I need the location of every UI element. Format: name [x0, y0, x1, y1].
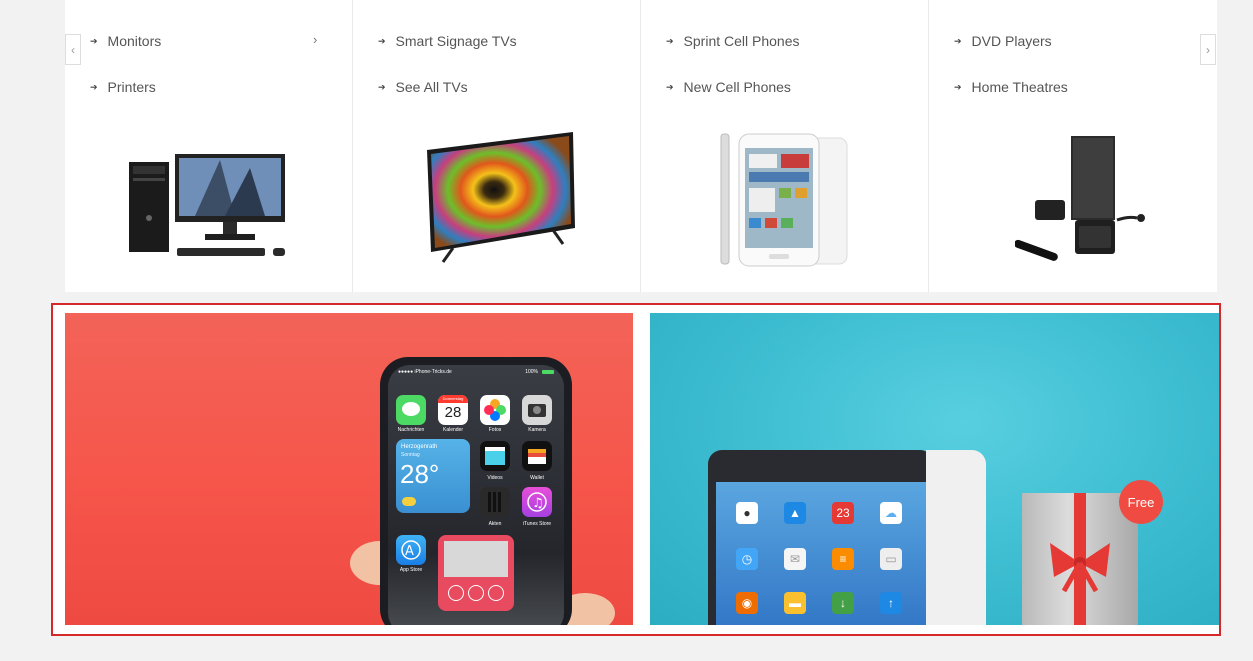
- link-label: DVD Players: [971, 33, 1052, 49]
- iphone-screen: ●●●●● iPhone-Tricks.de 100% Nachrichten …: [388, 365, 564, 625]
- app-label: Videos: [487, 475, 503, 481]
- link-label: See All TVs: [395, 79, 468, 95]
- fast-forward-icon[interactable]: [488, 585, 504, 601]
- home-theatre-speakers-image[interactable]: [1015, 134, 1155, 270]
- link-label: Printers: [107, 79, 156, 95]
- carousel-next-button[interactable]: ›: [1200, 34, 1216, 65]
- camera-app-icon: ●: [736, 502, 758, 524]
- carousel-prev-button[interactable]: ‹: [65, 34, 81, 65]
- messages-icon: [396, 395, 426, 425]
- arrow-bullet-icon: ➔: [666, 81, 674, 92]
- app-label: App Store: [399, 567, 423, 573]
- app-label: Nachrichten: [397, 427, 425, 433]
- mail-app-icon: ✉: [784, 548, 806, 570]
- promo-banner-iphone[interactable]: ●●●●● iPhone-Tricks.de 100% Nachrichten …: [65, 313, 633, 625]
- photos-icon: [480, 395, 510, 425]
- link-see-all-tvs[interactable]: ➔ See All TVs: [378, 79, 468, 95]
- calendar-date: 28: [444, 404, 462, 421]
- link-home-theatres[interactable]: ➔ Home Theatres: [954, 79, 1068, 95]
- app-label: iTunes Store: [522, 521, 552, 527]
- arrow-bullet-icon: ➔: [954, 35, 962, 46]
- clock-app-icon: ◷: [736, 548, 758, 570]
- tablet-back-cover: [926, 450, 986, 625]
- settings-app-icon: ▭: [880, 548, 902, 570]
- link-dvd-players[interactable]: ➔ DVD Players: [954, 33, 1052, 49]
- tablet-calendar-date: 23: [836, 506, 850, 520]
- arrow-bullet-icon: ➔: [666, 35, 674, 46]
- download-app-icon: ↓: [832, 592, 854, 614]
- app-label: Fotos: [488, 427, 502, 433]
- svg-text:♫: ♫: [532, 496, 544, 511]
- desktop-computer-image[interactable]: [125, 148, 295, 266]
- calendar-day: Donnerstag: [438, 395, 468, 403]
- calendar-icon: Donnerstag 28: [438, 395, 468, 425]
- category-panel: ➔Monitors › ➔Smart Signage TVsPrinters ➔…: [65, 0, 1217, 292]
- chevron-right-icon[interactable]: ›: [313, 32, 317, 47]
- app-label: Wallet: [530, 475, 544, 481]
- itunes-store-icon: ♫: [522, 487, 552, 517]
- arrow-bullet-icon: ➔: [90, 81, 98, 92]
- playback-controls: [448, 585, 504, 601]
- flat-screen-tv-image[interactable]: [423, 128, 583, 268]
- chevron-right-icon: ›: [1206, 42, 1210, 57]
- tablet-screen: ● ▲ 23 ☁ ◷ ✉ ≡ ▭ ◉ ▬ ↓ ↑: [716, 482, 926, 625]
- tablet-phone-image[interactable]: [719, 132, 849, 268]
- category-column-tvs: ➔ Smart Signage TVs ➔ See All TVs: [353, 0, 641, 292]
- category-column-home-theatre: ➔ DVD Players ➔ Home Theatres: [929, 0, 1217, 292]
- free-badge: Free: [1119, 480, 1163, 524]
- svg-text:A: A: [405, 544, 414, 559]
- battery-icon: [542, 370, 554, 374]
- category-column-computers: ➔ Monitors › ➔Smart Signage TVsPrinters: [65, 0, 353, 292]
- power-bank-gift: [1022, 493, 1138, 625]
- link-label: New Cell Phones: [683, 79, 791, 95]
- link-label: Sprint Cell Phones: [683, 33, 800, 49]
- status-battery: 100%: [525, 369, 538, 375]
- calendar-app-icon: 23: [832, 502, 854, 524]
- album-art: [444, 541, 508, 577]
- arrow-bullet-icon: ➔: [378, 35, 386, 46]
- arrow-bullet-icon: ➔: [90, 35, 98, 46]
- rewind-icon[interactable]: [448, 585, 464, 601]
- chevron-left-icon: ‹: [71, 42, 75, 57]
- weather-city: Herzogenrath: [401, 444, 438, 450]
- sun-cloud-icon: [402, 497, 416, 506]
- iphone-device: ●●●●● iPhone-Tricks.de 100% Nachrichten …: [380, 357, 572, 625]
- status-carrier: ●●●●● iPhone-Tricks.de: [398, 369, 452, 375]
- promo-banner-tablet[interactable]: ● ▲ 23 ☁ ◷ ✉ ≡ ▭ ◉ ▬ ↓ ↑ Free: [650, 313, 1219, 625]
- category-column-phones: ➔ Sprint Cell Phones ➔ New Cell Phones: [641, 0, 929, 292]
- arrow-bullet-icon: ➔: [378, 81, 386, 92]
- link-printers[interactable]: ➔Smart Signage TVsPrinters: [90, 79, 156, 95]
- camera-icon: [522, 395, 552, 425]
- app-label: Akten: [488, 521, 502, 527]
- weather-day: Sonntag: [401, 452, 420, 458]
- music-widget: [438, 535, 514, 611]
- update-app-icon: ↑: [880, 592, 902, 614]
- gift-bow-icon: [1050, 543, 1110, 593]
- market-app-icon: ◉: [736, 592, 758, 614]
- link-monitors[interactable]: ➔ Monitors: [90, 33, 161, 49]
- arrow-bullet-icon: ➔: [954, 81, 962, 92]
- promo-banners: ●●●●● iPhone-Tricks.de 100% Nachrichten …: [51, 303, 1221, 636]
- weather-temperature: 28°: [400, 459, 440, 489]
- link-sprint-cell-phones[interactable]: ➔ Sprint Cell Phones: [666, 33, 800, 49]
- app-label: Kalender: [442, 427, 463, 433]
- akten-icon: [480, 487, 510, 517]
- tablet-device: ● ▲ 23 ☁ ◷ ✉ ≡ ▭ ◉ ▬ ↓ ↑: [708, 450, 934, 625]
- link-label: Smart Signage TVs: [395, 33, 517, 49]
- app-label: Kamera: [528, 427, 546, 433]
- contacts-app-icon: ▲: [784, 502, 806, 524]
- app-store-icon: A: [396, 535, 426, 565]
- weather-widget: Herzogenrath Sonntag 28°: [396, 439, 470, 513]
- wallet-icon: [522, 441, 552, 471]
- pause-icon[interactable]: [468, 585, 484, 601]
- link-smart-signage-tvs[interactable]: ➔ Smart Signage TVs: [378, 33, 517, 49]
- link-label: Home Theatres: [971, 79, 1068, 95]
- videos-icon: [480, 441, 510, 471]
- folder-app-icon: ▬: [784, 592, 806, 614]
- weather-app-icon: ☁: [880, 502, 902, 524]
- link-label: Monitors: [107, 33, 162, 49]
- link-new-cell-phones[interactable]: ➔ New Cell Phones: [666, 79, 791, 95]
- notes-app-icon: ≡: [832, 548, 854, 570]
